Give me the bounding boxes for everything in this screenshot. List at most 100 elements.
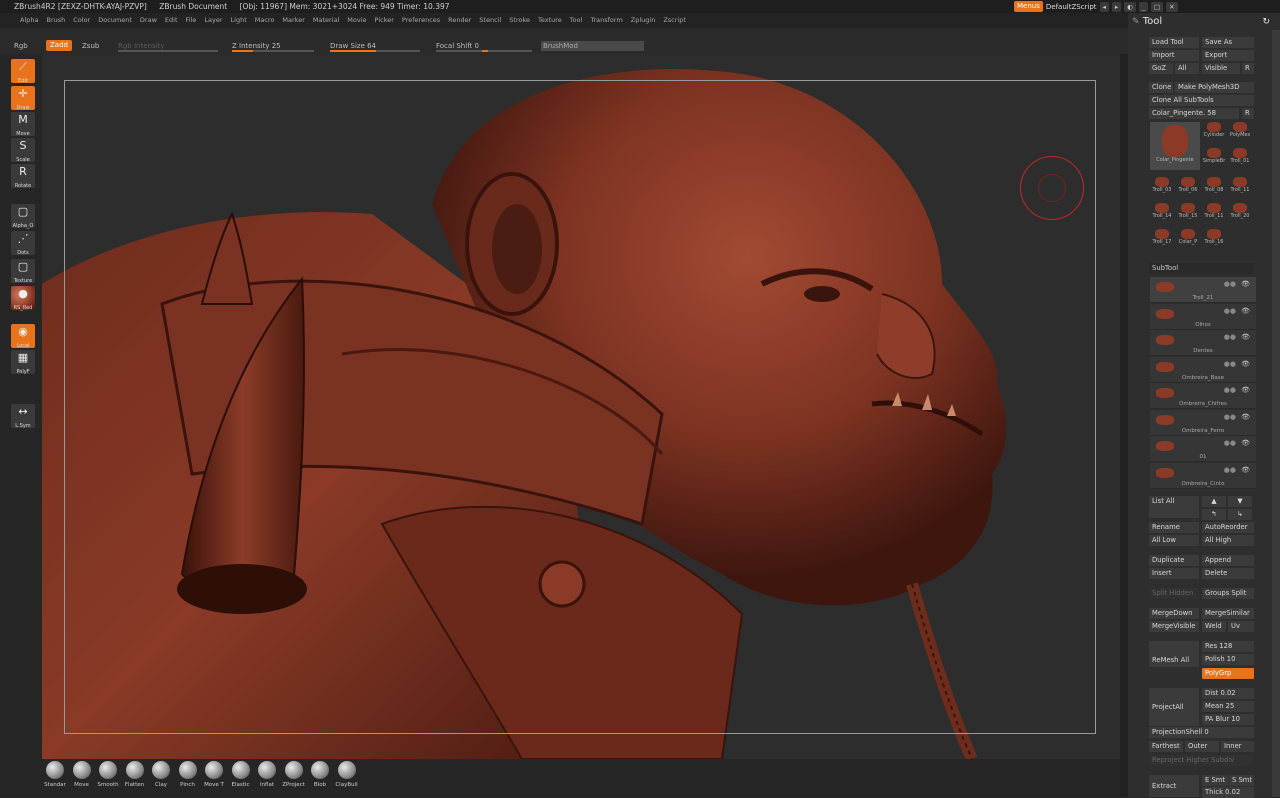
subtool-item[interactable]: ●● 👁 Ombreira_Base [1150,356,1256,383]
script-name[interactable]: DefaultZScript [1046,3,1097,11]
minimize-icon[interactable]: _ [1138,1,1149,12]
subtool-toggle-icon[interactable]: ●● [1224,307,1236,315]
menu-brush[interactable]: Brush [46,16,65,24]
subtool-item[interactable]: ●● 👁 Dentes [1150,330,1256,356]
clone-all-subtools-button[interactable]: Clone All SubTools [1149,95,1254,106]
subtool-toggle-icon[interactable]: ●● [1224,386,1236,394]
tool-thumb[interactable]: Colar_P [1176,229,1200,248]
local-button[interactable]: ◉ Local [11,324,35,349]
polish-slider[interactable]: Polish 10 [1202,654,1254,665]
autoreorder-button[interactable]: AutoReorder [1202,522,1254,533]
panel-divider[interactable] [1120,54,1128,797]
tool-thumb[interactable]: Colar_Pingente [1150,122,1200,170]
insert-button[interactable]: Insert [1149,568,1199,579]
menu-material[interactable]: Material [313,16,339,24]
tool-thumb[interactable]: Troll_03 [1150,177,1174,196]
subtool-toggle-icon[interactable]: ●● [1224,360,1236,368]
subtool-toggle-icon[interactable]: ●● [1224,466,1236,474]
clone-button[interactable]: Clone [1149,82,1173,93]
refresh-icon[interactable]: ↻ [1262,14,1270,30]
visibility-eye-icon[interactable]: 👁 [1241,307,1250,315]
brushmod-slider[interactable]: BrushMod [541,41,644,51]
farthest-button[interactable]: Farthest [1149,741,1183,752]
mergevisible-button[interactable]: MergeVisible [1149,621,1199,632]
subtool-toggle-icon[interactable]: ●● [1224,413,1236,421]
polygrp-button[interactable]: PolyGrp [1202,668,1254,679]
rs-red-button[interactable]: ● RS_Red [11,286,35,311]
maximize-icon[interactable]: □ [1151,1,1164,12]
menu-document[interactable]: Document [98,16,132,24]
subtool-toggle-icon[interactable]: ●● [1224,280,1236,288]
brush-elastic[interactable]: Elastic [228,761,254,788]
brush-clay[interactable]: Clay [148,761,174,788]
inner-button[interactable]: Inner [1221,741,1254,752]
layout-icon[interactable]: ◐ [1124,1,1136,12]
mergedown-button[interactable]: MergeDown [1149,608,1199,619]
tool-thumb[interactable]: Troll_11 [1202,203,1226,222]
menu-tool[interactable]: Tool [570,16,583,24]
right-arrow-icon[interactable]: ↳ [1228,509,1252,520]
brush-standar[interactable]: Standar [42,761,68,788]
menu-render[interactable]: Render [448,16,471,24]
menu-picker[interactable]: Picker [375,16,394,24]
up-arrow-icon[interactable]: ▲ [1202,496,1226,507]
brush-blob[interactable]: Blob [307,761,333,788]
l-sym-button[interactable]: ↔ L.Sym [11,404,35,429]
append-button[interactable]: Append [1202,555,1254,566]
all-low-button[interactable]: All Low [1149,535,1199,546]
projection-shell-slider[interactable]: ProjectionShell 0 [1149,727,1254,738]
menu-movie[interactable]: Movie [347,16,366,24]
visibility-eye-icon[interactable]: 👁 [1241,333,1250,341]
duplicate-button[interactable]: Duplicate [1149,555,1199,566]
dist-slider[interactable]: Dist 0.02 [1202,688,1254,699]
down-arrow-icon[interactable]: ▼ [1228,496,1252,507]
import-button[interactable]: Import [1149,50,1199,61]
brush-claybuil[interactable]: ClayBuil [334,761,360,788]
subtool-item[interactable]: ●● 👁 01 [1150,436,1256,462]
visibility-eye-icon[interactable]: 👁 [1241,360,1250,368]
reproject-higher-subdiv-button[interactable]: Reproject Higher Subdiv [1149,755,1254,766]
e-smooth-slider[interactable]: E Smt [1202,775,1228,786]
goz-button[interactable]: GoZ [1149,63,1173,74]
tool-thumb[interactable]: Troll_15 [1176,203,1200,222]
left-arrow-icon[interactable]: ↰ [1202,509,1226,520]
visibility-eye-icon[interactable]: 👁 [1241,466,1250,474]
list-all-button[interactable]: List All [1149,496,1199,518]
visibility-eye-icon[interactable]: 👁 [1241,413,1250,421]
brush-smooth[interactable]: Smooth [95,761,121,788]
menu-layer[interactable]: Layer [204,16,222,24]
brush-zproject[interactable]: ZProject [281,761,307,788]
tool-thumb[interactable]: Troll_14 [1150,203,1174,222]
tool-thumb[interactable]: Troll_08 [1202,177,1226,196]
delete-button[interactable]: Delete [1202,568,1254,579]
polyf-button[interactable]: ▦ PolyF [11,350,35,375]
menu-texture[interactable]: Texture [538,16,562,24]
close-icon[interactable]: ✕ [1166,1,1178,12]
tool-thumb[interactable]: Troll_06 [1176,177,1200,196]
menu-zscript[interactable]: Zscript [663,16,686,24]
alpha-o-button[interactable]: ▢ Alpha_O [11,204,35,229]
next-icon[interactable]: ▸ [1111,1,1122,12]
visibility-eye-icon[interactable]: 👁 [1241,439,1250,447]
brush-move-t[interactable]: Move T [201,761,227,788]
brush-pinch[interactable]: Pinch [175,761,201,788]
res-slider[interactable]: Res 128 [1202,641,1254,652]
menus-button[interactable]: Menus [1014,1,1043,12]
prev-icon[interactable]: ◂ [1099,1,1109,12]
rename-button[interactable]: Rename [1149,522,1199,533]
rotate-button[interactable]: R Rotate [11,164,35,189]
load-tool-button[interactable]: Load Tool [1149,37,1199,48]
menu-file[interactable]: File [186,16,197,24]
move-button[interactable]: M Move [11,112,35,137]
zsub-toggle[interactable]: Zsub [82,38,99,54]
thick-slider[interactable]: Thick 0.02 [1202,787,1254,798]
visibility-eye-icon[interactable]: 👁 [1241,386,1250,394]
menu-preferences[interactable]: Preferences [402,16,440,24]
mergesimilar-button[interactable]: MergeSimilar [1202,608,1254,619]
make-polymesh-button[interactable]: Make PolyMesh3D [1175,82,1254,93]
menu-color[interactable]: Color [73,16,90,24]
subtool-toggle-icon[interactable]: ●● [1224,439,1236,447]
goz-r-button[interactable]: R [1242,63,1254,74]
right-scrollbar[interactable] [1272,30,1280,797]
goz-visible-button[interactable]: Visible [1202,63,1240,74]
